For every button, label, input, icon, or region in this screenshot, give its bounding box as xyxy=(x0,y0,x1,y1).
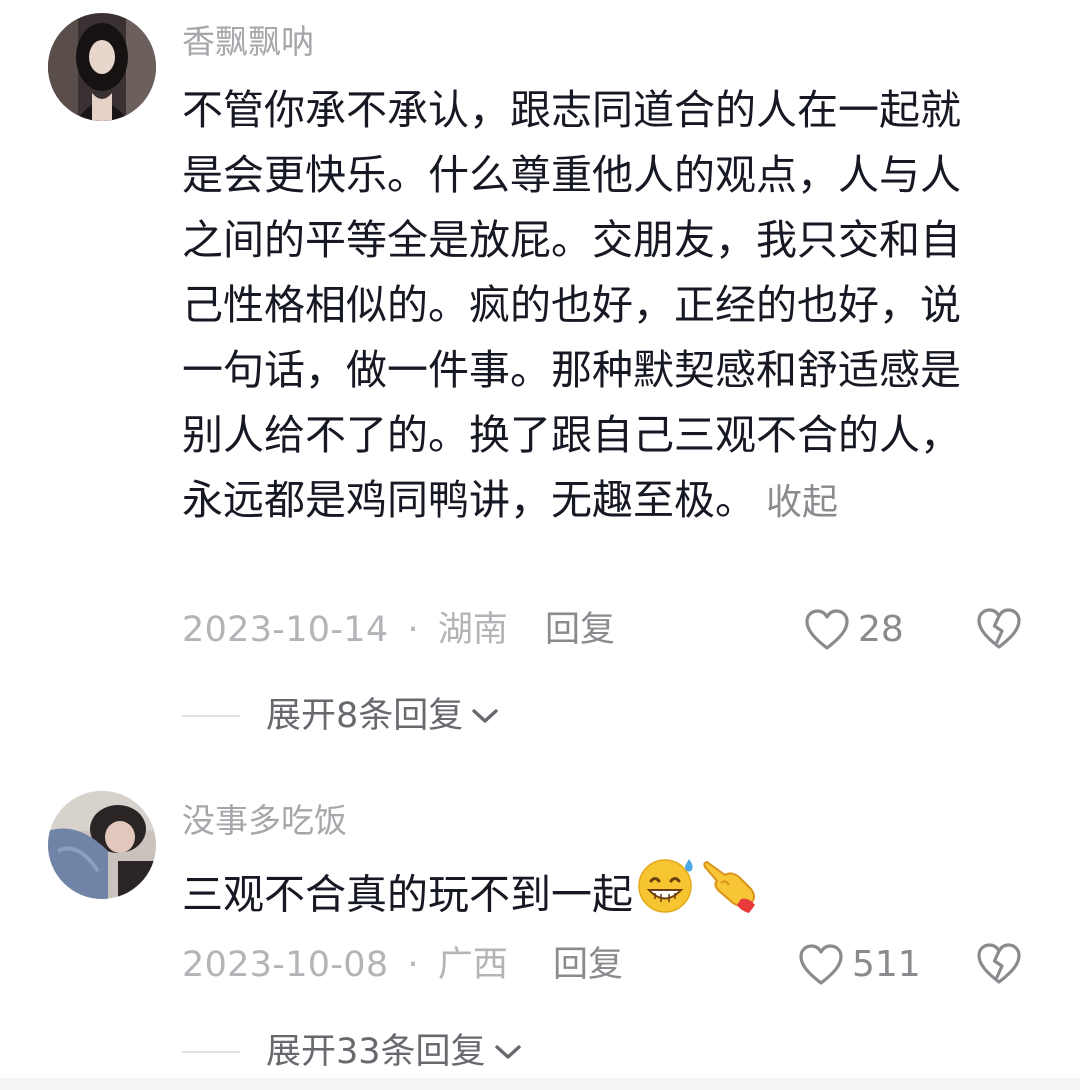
dislike-button[interactable] xyxy=(976,606,1022,652)
username[interactable]: 没事多吃饭 xyxy=(182,799,347,843)
avatar[interactable] xyxy=(48,13,156,121)
divider xyxy=(182,1051,240,1053)
comment-text-content: 不管你承不承认，跟志同道合的人在一起就是会更快乐。什么尊重他人的观点，人与人之间… xyxy=(182,86,961,524)
avatar[interactable] xyxy=(48,791,156,899)
comment-date: 2023-10-08 xyxy=(182,945,389,985)
like-button[interactable]: 511 xyxy=(798,943,921,987)
bottom-divider xyxy=(0,1078,1080,1090)
heart-outline-icon xyxy=(805,609,849,650)
expand-replies-button[interactable]: 展开33条回复 xyxy=(182,1030,522,1074)
username[interactable]: 香飘飘呐 xyxy=(182,20,314,64)
expand-replies-button[interactable]: 展开8条回复 xyxy=(182,694,499,738)
broken-heart-icon xyxy=(977,608,1021,649)
like-count: 511 xyxy=(852,944,921,985)
heart-outline-icon xyxy=(799,944,843,985)
comment-location: 湖南 xyxy=(437,610,508,650)
expand-replies-label: 展开33条回复 xyxy=(266,1032,486,1072)
like-button[interactable]: 28 xyxy=(804,608,904,652)
collapse-link[interactable]: 收起 xyxy=(766,482,838,523)
comment-location: 广西 xyxy=(437,945,508,985)
comment-meta: 2023-10-14 · 湖南 xyxy=(182,608,508,652)
chevron-down-icon xyxy=(494,1045,521,1059)
chevron-down-icon xyxy=(472,709,498,723)
like-count: 28 xyxy=(858,609,904,650)
dislike-button[interactable] xyxy=(976,941,1022,987)
broken-heart-icon xyxy=(977,943,1021,984)
divider xyxy=(182,715,240,717)
pointing-hand-emoji xyxy=(699,853,761,934)
meta-separator: · xyxy=(407,610,419,650)
reply-button[interactable]: 回复 xyxy=(553,943,623,987)
comment-text: 不管你承不承认，跟志同道合的人在一起就是会更快乐。什么尊重他人的观点，人与人之间… xyxy=(182,78,997,535)
meta-separator: · xyxy=(407,945,419,985)
grinning-sweat-emoji xyxy=(635,853,697,934)
reply-button[interactable]: 回复 xyxy=(545,608,615,652)
comment-date: 2023-10-14 xyxy=(182,610,389,650)
comment-meta: 2023-10-08 · 广西 xyxy=(182,943,508,987)
expand-replies-label: 展开8条回复 xyxy=(266,696,464,736)
comment-text: 三观不合真的玩不到一起 xyxy=(182,857,997,938)
comment-text-content: 三观不合真的玩不到一起 xyxy=(182,870,633,919)
